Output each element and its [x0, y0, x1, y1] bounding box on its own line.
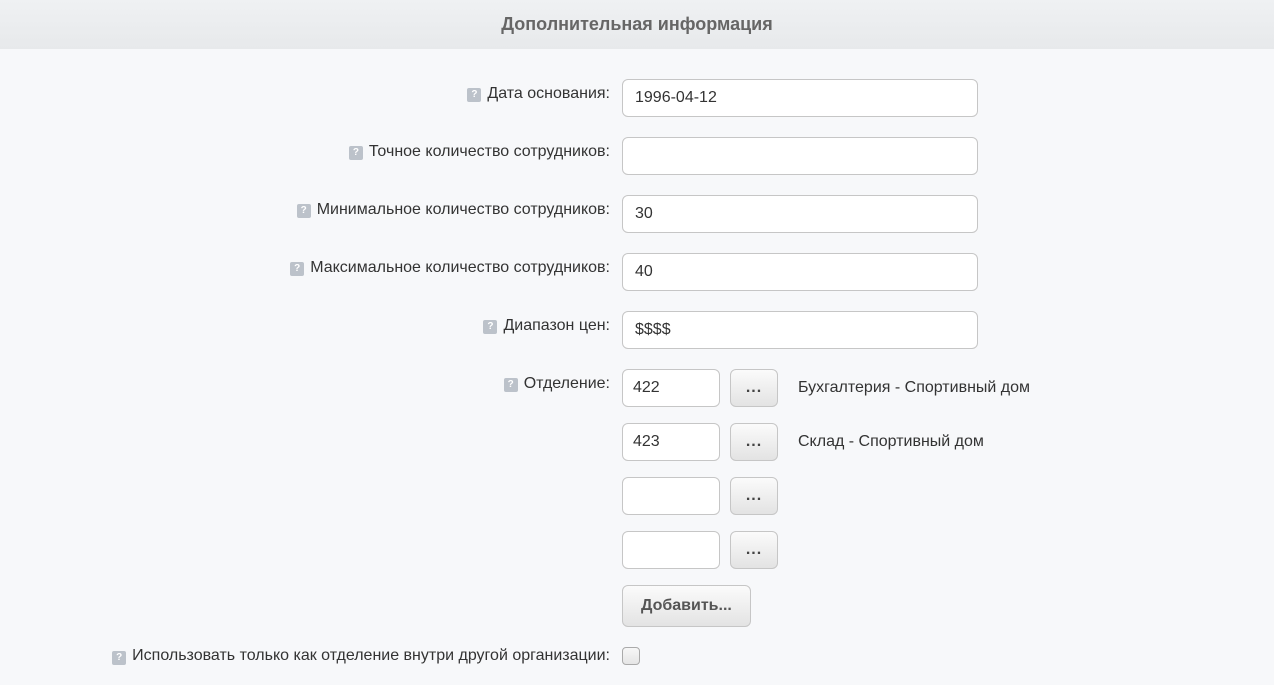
row-min-employees: ? Минимальное количество сотрудников: [10, 195, 1264, 233]
founding-date-input[interactable] [622, 79, 978, 117]
label-text: Дата основания: [487, 85, 610, 103]
department-row: ... [622, 477, 1030, 515]
department-name-label: Бухгалтерия - Спортивный дом [798, 379, 1030, 397]
label-text: Точное количество сотрудников: [369, 143, 610, 161]
department-id-input[interactable] [622, 477, 720, 515]
help-icon[interactable]: ? [349, 146, 363, 160]
section-header: Дополнительная информация [0, 0, 1274, 49]
exact-employees-input[interactable] [622, 137, 978, 175]
row-founding-date: ? Дата основания: [10, 79, 1264, 117]
help-icon[interactable]: ? [504, 378, 518, 392]
min-employees-input[interactable] [622, 195, 978, 233]
help-icon[interactable]: ? [483, 320, 497, 334]
department-picker-button[interactable]: ... [730, 531, 778, 569]
row-price-range: ? Диапазон цен: [10, 311, 1264, 349]
add-department-button[interactable]: Добавить... [622, 585, 751, 627]
label-price-range: ? Диапазон цен: [10, 311, 622, 349]
subdepartment-checkbox[interactable] [622, 647, 640, 665]
label-min-employees: ? Минимальное количество сотрудников: [10, 195, 622, 233]
label-subdepartment: ? Использовать только как отделение внут… [10, 647, 622, 665]
help-icon[interactable]: ? [290, 262, 304, 276]
department-id-input[interactable] [622, 423, 720, 461]
help-icon[interactable]: ? [297, 204, 311, 218]
max-employees-input[interactable] [622, 253, 978, 291]
department-name-label: Склад - Спортивный дом [798, 433, 984, 451]
label-max-employees: ? Максимальное количество сотрудников: [10, 253, 622, 291]
department-picker-button[interactable]: ... [730, 477, 778, 515]
label-text: Использовать только как отделение внутри… [132, 647, 610, 665]
label-founding-date: ? Дата основания: [10, 79, 622, 117]
department-row: ... [622, 531, 1030, 569]
department-id-input[interactable] [622, 531, 720, 569]
row-subdepartment: ? Использовать только как отделение внут… [10, 647, 1264, 665]
label-text: Минимальное количество сотрудников: [317, 201, 610, 219]
form-container: ? Дата основания: ? Точное количество со… [0, 49, 1274, 685]
label-text: Максимальное количество сотрудников: [310, 259, 610, 277]
help-icon[interactable]: ? [467, 88, 481, 102]
help-icon[interactable]: ? [112, 651, 126, 665]
label-exact-employees: ? Точное количество сотрудников: [10, 137, 622, 175]
row-department: ? Отделение: ... Бухгалтерия - Спортивны… [10, 369, 1264, 627]
row-max-employees: ? Максимальное количество сотрудников: [10, 253, 1264, 291]
department-row: ... Склад - Спортивный дом [622, 423, 1030, 461]
department-picker-button[interactable]: ... [730, 423, 778, 461]
department-picker-button[interactable]: ... [730, 369, 778, 407]
label-text: Отделение: [524, 375, 610, 393]
department-id-input[interactable] [622, 369, 720, 407]
department-row: ... Бухгалтерия - Спортивный дом [622, 369, 1030, 407]
price-range-input[interactable] [622, 311, 978, 349]
label-department: ? Отделение: [10, 369, 622, 627]
label-text: Диапазон цен: [503, 317, 610, 335]
row-exact-employees: ? Точное количество сотрудников: [10, 137, 1264, 175]
